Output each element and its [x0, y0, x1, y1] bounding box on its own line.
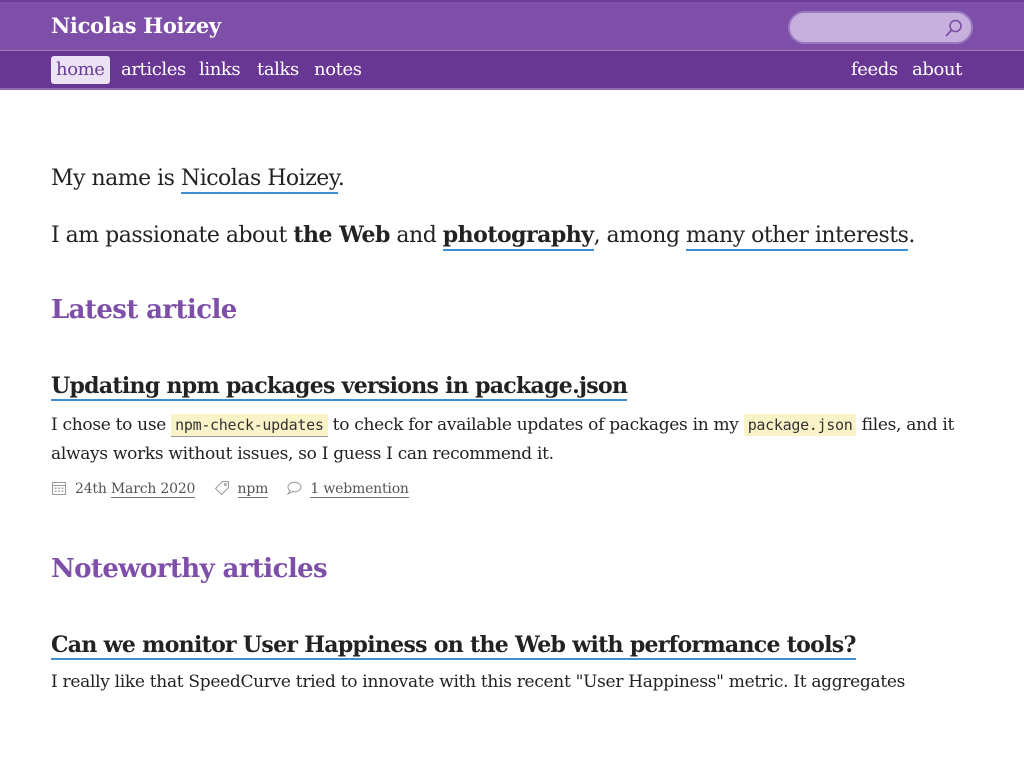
nav-item-links[interactable]: links	[194, 56, 245, 84]
tag-link-npm[interactable]: npm	[237, 481, 268, 498]
latest-article-heading: Latest article	[51, 295, 237, 325]
latest-article-meta: 24th March 2020 npm 1 webmention	[51, 477, 971, 501]
latest-article-link[interactable]: Updating npm packages versions in packag…	[51, 373, 628, 401]
search-box[interactable]	[788, 11, 973, 44]
nav-item-notes[interactable]: notes	[309, 56, 367, 84]
webmention-link[interactable]: 1 webmention	[310, 481, 409, 498]
noteworthy-article-link[interactable]: Can we monitor User Happiness on the Web…	[51, 632, 856, 660]
main-nav: home articles links talks notes feeds ab…	[0, 50, 1024, 90]
site-header: Nicolas Hoizey	[0, 0, 1024, 50]
calendar-icon	[52, 482, 66, 495]
intro-passions: I am passionate about the Web and photog…	[51, 216, 971, 255]
latest-article-title: Updating npm packages versions in packag…	[51, 373, 971, 401]
latest-article-excerpt: I chose to use npm-check-updates to chec…	[51, 414, 955, 464]
web-highlight: the Web	[293, 222, 390, 248]
package-json-code: package.json	[743, 414, 857, 436]
author-link[interactable]: Nicolas Hoizey	[180, 166, 338, 194]
noteworthy-articles-heading: Noteworthy articles	[51, 554, 328, 584]
nav-item-feeds[interactable]: feeds	[846, 56, 903, 84]
site-title-link[interactable]: Nicolas Hoizey	[51, 13, 221, 38]
nav-item-talks[interactable]: talks	[252, 56, 304, 84]
search-icon[interactable]	[944, 18, 964, 38]
interests-link[interactable]: many other interests	[686, 223, 909, 251]
intro-name: My name is Nicolas Hoizey.	[51, 160, 971, 198]
comment-icon	[287, 481, 302, 496]
nav-item-home[interactable]: home	[51, 56, 110, 84]
nav-item-articles[interactable]: articles	[116, 56, 191, 84]
main-content: My name is Nicolas Hoizey. I am passiona…	[51, 160, 971, 697]
search-input[interactable]	[800, 18, 940, 38]
noteworthy-article-title: Can we monitor User Happiness on the Web…	[51, 632, 971, 660]
photography-link[interactable]: photography	[442, 222, 594, 251]
noteworthy-article-excerpt: I really like that SpeedCurve tried to i…	[51, 672, 906, 692]
nav-item-about[interactable]: about	[907, 56, 967, 84]
npm-check-updates-link[interactable]: npm-check-updates	[171, 414, 328, 437]
date-archive-link[interactable]: March 2020	[110, 481, 195, 498]
tag-icon	[214, 481, 229, 496]
